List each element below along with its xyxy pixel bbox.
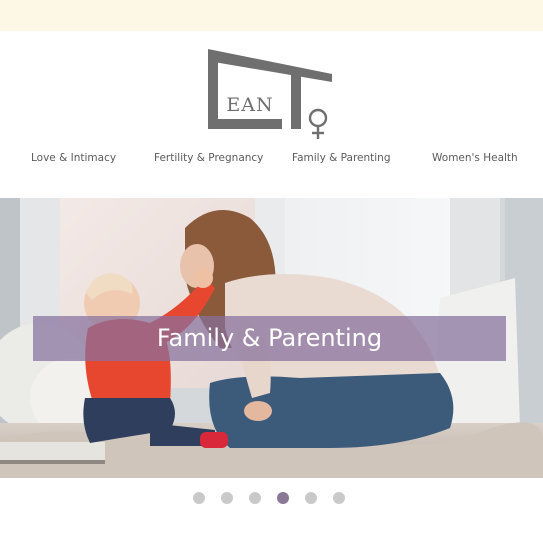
slider-dot-6[interactable] <box>333 492 345 504</box>
lean-to-logo[interactable]: EAN <box>204 47 336 143</box>
nav-item-fertility-pregnancy[interactable]: Fertility & Pregnancy <box>154 152 263 164</box>
slider-dot-4[interactable] <box>277 492 289 504</box>
main-nav: Love & Intimacy Fertility & Pregnancy Fa… <box>0 152 543 172</box>
slider-dot-1[interactable] <box>193 492 205 504</box>
slider-dot-2[interactable] <box>221 492 233 504</box>
logo-letters: EAN <box>226 94 273 116</box>
nav-item-family-parenting[interactable]: Family & Parenting <box>292 152 391 164</box>
venus-icon <box>308 108 328 139</box>
hero-caption[interactable]: Family & Parenting <box>33 316 506 361</box>
announcement-bar <box>0 0 543 31</box>
page: EAN Love & Intimacy Fertility & Pregnanc… <box>0 0 543 543</box>
logo-roof <box>208 49 332 82</box>
intro-text <box>12 527 543 543</box>
slider-dot-3[interactable] <box>249 492 261 504</box>
nav-item-love-intimacy[interactable]: Love & Intimacy <box>31 152 116 164</box>
slider-dot-5[interactable] <box>305 492 317 504</box>
nav-item-womens-health[interactable]: Women's Health <box>432 152 518 164</box>
logo-l-stem <box>208 57 218 129</box>
logo-l-base <box>208 119 282 129</box>
logo-t-stem <box>291 69 301 129</box>
slider-pagination <box>0 492 543 506</box>
